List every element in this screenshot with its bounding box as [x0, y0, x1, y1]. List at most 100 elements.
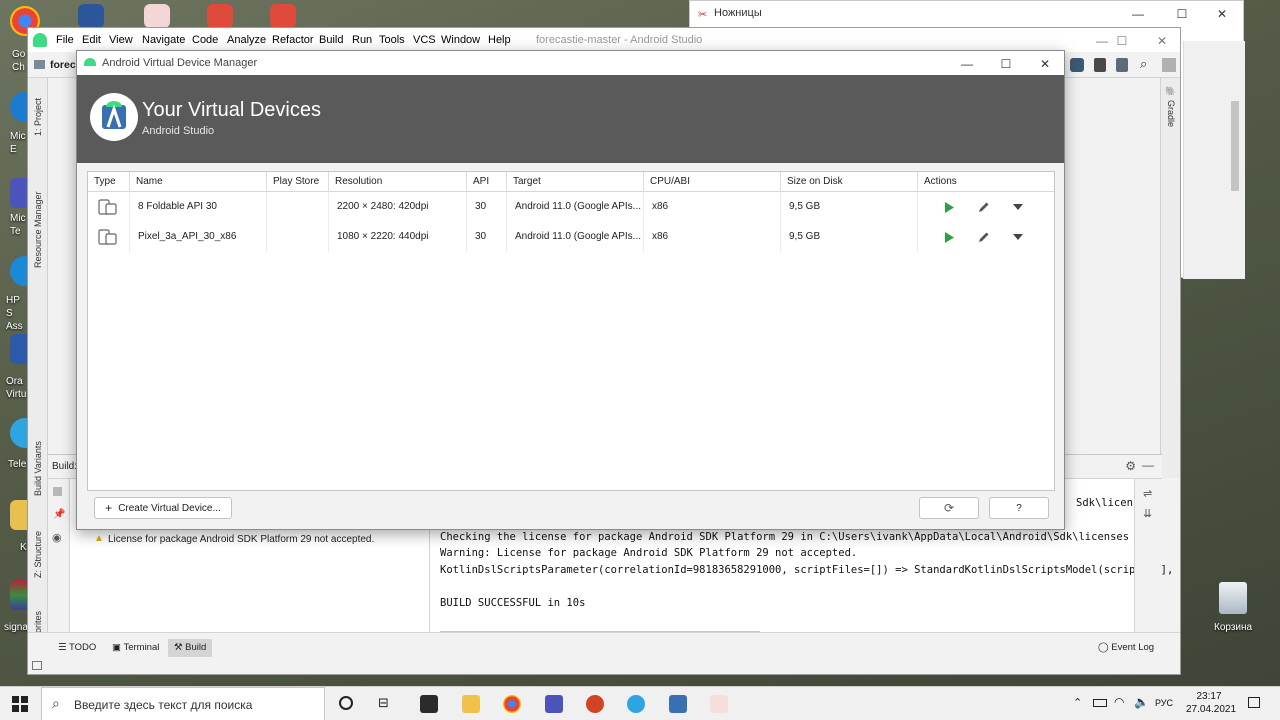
tool-tab-resource-manager[interactable]: Resource Manager — [33, 191, 43, 268]
file-desktop-icon[interactable] — [144, 4, 170, 28]
menu-edit[interactable]: Edit — [82, 34, 101, 46]
dialog-title-bar: Android Virtual Device Manager — ☐ ✕ — [77, 51, 1064, 75]
tool-tab-terminal[interactable]: ▣ Terminal — [106, 639, 165, 657]
snipping-tool-taskbar-icon[interactable] — [710, 695, 728, 713]
close-button[interactable]: ✕ — [1202, 1, 1242, 27]
device-manager-icon[interactable] — [1094, 58, 1106, 72]
menu-window[interactable]: Window — [441, 34, 480, 46]
taskbar: ⌕ Введите здесь текст для поиска ⊟ ⌃ ◠ 🔈… — [0, 686, 1280, 720]
column-header-name[interactable]: Name — [130, 172, 267, 192]
search-icon[interactable]: ⌕ — [1140, 56, 1147, 72]
edit-pencil-icon[interactable] — [976, 229, 992, 245]
build-warning-text[interactable]: License for package Android SDK Platform… — [108, 534, 374, 545]
layout-icon[interactable] — [32, 661, 42, 670]
windows-start-icon[interactable] — [12, 696, 28, 712]
column-header-resolution[interactable]: Resolution — [329, 172, 467, 192]
column-header-play-store[interactable]: Play Store — [267, 172, 329, 192]
menu-code[interactable]: Code — [192, 34, 218, 46]
notifications-icon[interactable] — [1248, 697, 1260, 708]
column-header-target[interactable]: Target — [507, 172, 644, 192]
window-title: Ножницы — [714, 7, 762, 19]
android-studio-taskbar-icon[interactable] — [669, 695, 687, 713]
create-virtual-device-button[interactable]: + Create Virtual Device... — [94, 497, 232, 519]
launch-play-icon[interactable] — [941, 229, 957, 245]
menu-build[interactable]: Build — [319, 34, 343, 46]
more-dropdown-icon[interactable] — [1010, 199, 1026, 215]
pdf-desktop-icon[interactable] — [270, 4, 296, 28]
device-cpu-abi: x86 — [644, 222, 781, 252]
column-header-api[interactable]: API — [467, 172, 507, 192]
tool-tab-structure[interactable]: Z: Structure — [33, 531, 43, 578]
task-view-icon[interactable]: ⊟ — [378, 695, 389, 711]
table-row[interactable]: Pixel_3a_API_30_x86 1080 × 2220: 440dpi … — [88, 222, 1054, 252]
menu-vcs[interactable]: VCS — [413, 34, 436, 46]
language-indicator[interactable]: РУС — [1155, 698, 1173, 708]
close-button[interactable]: ✕ — [1142, 28, 1182, 54]
tool-tab-build[interactable]: ⚒ Build — [168, 639, 213, 657]
menu-help[interactable]: Help — [488, 34, 511, 46]
dialog-title: Android Virtual Device Manager — [102, 57, 258, 69]
volume-icon[interactable]: 🔈 — [1134, 695, 1149, 709]
file-explorer-icon[interactable] — [462, 695, 480, 713]
scrollbar[interactable] — [1231, 101, 1239, 191]
menu-file[interactable]: File — [56, 34, 74, 46]
device-name: 8 Foldable API 30 — [130, 192, 267, 222]
refresh-icon: ⟳ — [943, 501, 955, 515]
word-desktop-icon[interactable] — [78, 4, 104, 28]
wrap-icon[interactable]: ⇌ — [1143, 487, 1152, 500]
telegram-icon[interactable] — [627, 695, 645, 713]
menu-analyze[interactable]: Analyze — [227, 34, 266, 46]
tool-tab-gradle[interactable]: Gradle — [1166, 100, 1176, 127]
edit-pencil-icon[interactable] — [976, 199, 992, 215]
chevron-up-icon[interactable]: ⌃ — [1073, 696, 1082, 709]
stop-icon[interactable] — [53, 487, 62, 496]
menu-run[interactable]: Run — [352, 34, 372, 46]
gear-icon[interactable]: ⚙ — [1125, 459, 1136, 473]
sdk-manager-icon[interactable] — [1116, 58, 1128, 72]
sync-icon[interactable] — [1070, 58, 1084, 72]
cortana-icon[interactable] — [339, 696, 353, 710]
pdf-desktop-icon[interactable] — [207, 4, 233, 28]
tool-tab-project[interactable]: 1: Project — [33, 98, 43, 136]
battery-icon[interactable] — [1093, 699, 1107, 707]
minimize-button[interactable]: — — [1118, 1, 1158, 27]
close-button[interactable]: ✕ — [1025, 51, 1065, 77]
event-log-tab[interactable]: ◯ Event Log — [1092, 639, 1160, 657]
maximize-button[interactable]: ☐ — [1162, 1, 1202, 27]
menu-refactor[interactable]: Refactor — [272, 34, 314, 46]
teams-icon[interactable] — [545, 695, 563, 713]
launch-play-icon[interactable] — [941, 199, 957, 215]
column-header-cpu-abi[interactable]: CPU/ABI — [644, 172, 781, 192]
build-toolbar: 📌 ◉ — [48, 479, 70, 635]
device-target: Android 11.0 (Google APIs... — [507, 192, 644, 222]
minimize-button[interactable]: — — [947, 51, 987, 77]
powerpoint-icon[interactable] — [586, 695, 604, 713]
wifi-icon[interactable]: ◠ — [1114, 695, 1124, 709]
column-header-type[interactable]: Type — [88, 172, 130, 192]
chrome-icon[interactable] — [503, 695, 521, 713]
tab-label: Build — [185, 642, 207, 653]
pin-icon[interactable]: 📌 — [53, 509, 65, 520]
eye-icon[interactable]: ◉ — [52, 531, 62, 544]
scroll-end-icon[interactable]: ⇊ — [1143, 507, 1152, 520]
table-row[interactable]: 8 Foldable API 30 2200 × 2480: 420dpi 30… — [88, 192, 1054, 222]
maximize-button[interactable]: ☐ — [1102, 28, 1142, 54]
refresh-button[interactable]: ⟳ — [919, 497, 979, 519]
clock[interactable]: 23:17 27.04.2021 — [1186, 690, 1236, 716]
console-line: BUILD SUCCESSFUL in 10s — [440, 597, 586, 609]
hide-icon[interactable]: — — [1142, 458, 1154, 472]
app-icon[interactable] — [420, 695, 438, 713]
menu-navigate[interactable]: Navigate — [142, 34, 185, 46]
maximize-button[interactable]: ☐ — [986, 51, 1026, 77]
more-dropdown-icon[interactable] — [1010, 229, 1026, 245]
menu-view[interactable]: View — [109, 34, 133, 46]
tool-tab-build-variants[interactable]: Build Variants — [33, 441, 43, 496]
help-button[interactable]: ? — [989, 497, 1049, 519]
recycle-bin-icon[interactable] — [1219, 582, 1247, 614]
taskbar-search-input[interactable]: ⌕ Введите здесь текст для поиска — [41, 687, 325, 720]
column-header-size[interactable]: Size on Disk — [781, 172, 918, 192]
tool-tab-todo[interactable]: ☰ TODO — [52, 639, 102, 657]
account-icon[interactable] — [1162, 58, 1176, 72]
tab-label: Terminal — [123, 642, 160, 653]
menu-tools[interactable]: Tools — [379, 34, 405, 46]
